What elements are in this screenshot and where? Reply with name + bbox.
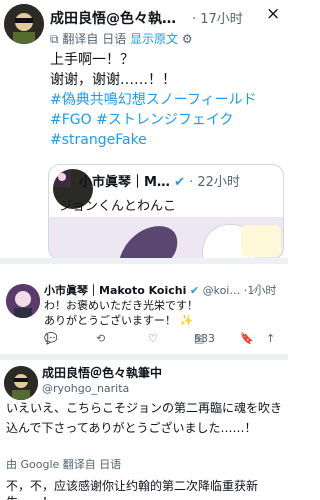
verified-badge-icon: ✔ — [174, 175, 185, 190]
reply-count: 1 — [44, 332, 51, 345]
retweet-icon: ⟲ — [96, 332, 106, 345]
reply-tweet: 小市眞琴｜Makoto Koichi ✔ @koi… ·1小时 ⟋ わ！お褒めい… — [0, 268, 288, 354]
author-avatar[interactable] — [4, 4, 44, 44]
reply-avatar[interactable] — [6, 284, 40, 318]
hashtag[interactable]: #偽典共鳴幻想スノーフィールド — [50, 90, 286, 110]
bookmark-icon: 🔖 — [240, 332, 254, 345]
quoted-text: ジョンくんとわんこ — [59, 199, 177, 214]
reply-line: わ！お褒めいただき光栄です！ — [44, 299, 198, 312]
reply-line-text: ありがとうございますー！ — [44, 314, 176, 327]
heart-icon: ♡ — [148, 332, 158, 345]
show-original-link[interactable]: 显示原文 — [130, 32, 178, 46]
translate-icon: ⧉ — [50, 32, 59, 46]
separator — [0, 258, 288, 264]
tweet-line: 谢谢，谢谢……！！ — [50, 72, 176, 88]
reply-author-name[interactable]: 小市眞琴｜Makoto Koichi — [44, 284, 186, 297]
tweet-actions: 💬 1 ⟲ ♡ ▤ 533 🔖 ↑ — [44, 332, 280, 348]
verified-badge-icon: ✔ — [189, 284, 200, 297]
sparkles-icon: ✨ — [179, 314, 194, 327]
share-icon: ↑ — [266, 332, 276, 345]
hashtag[interactable]: #FGO #ストレンジフェイク — [50, 110, 286, 130]
third-text: いえいえ、こちらこそジョンの第二再臨に魂を吹き込んで下さってありがとうございまし… — [6, 401, 283, 435]
third-handle[interactable]: @ryohgo_narita — [42, 382, 129, 395]
tweet-line: 上手啊一！？ — [50, 52, 134, 68]
close-icon[interactable]: × — [266, 4, 280, 24]
third-tweet: 成田良悟＠色々執筆中 @ryohgo_narita いえいえ、こちらこそジョンの… — [0, 360, 288, 500]
reply-text: わ！お褒めいただき光栄です！ ありがとうございますー！ ✨ — [44, 298, 274, 328]
quoted-tweet[interactable]: 小市眞琴｜M… ✔ · 22小时 ジョンくんとわんこ — [48, 164, 284, 260]
tweet-text: 上手啊一！？ 谢谢，谢谢……！！ #偽典共鳴幻想スノーフィールド #FGO #ス… — [50, 50, 286, 150]
third-avatar[interactable] — [4, 366, 38, 400]
grok-icon[interactable]: ⟋ — [252, 282, 260, 296]
reply-author[interactable]: 小市眞琴｜Makoto Koichi ✔ @koi… ·1小时 — [44, 282, 276, 298]
translated-from: 翻译自 日语 — [62, 32, 127, 46]
reply-handle[interactable]: @koi… ·1小时 — [203, 284, 277, 297]
hashtag[interactable]: #strangeFake — [50, 130, 286, 150]
reply-line: ありがとうございますー！ ✨ — [44, 313, 274, 328]
main-tweet: 成田良悟@色々執… · 17小时 × ⧉ 翻译自 日语 显示原文 ⚙ 上手啊一！… — [0, 0, 288, 260]
third-author-name[interactable]: 成田良悟＠色々執筆中 — [42, 364, 162, 381]
author-name[interactable]: 成田良悟@色々執… — [50, 8, 200, 28]
quoted-author-name[interactable]: 小市眞琴｜M… — [79, 175, 170, 190]
quoted-image[interactable] — [49, 217, 283, 259]
quoted-timestamp[interactable]: · 22小时 — [189, 175, 240, 190]
timestamp[interactable]: · 17小时 — [192, 8, 243, 27]
google-translate-label: 由 Google 翻译自 日语 — [6, 458, 122, 471]
gear-icon[interactable]: ⚙ — [182, 32, 193, 46]
quoted-author[interactable]: 小市眞琴｜M… ✔ · 22小时 — [79, 171, 240, 190]
views-count: 533 — [194, 332, 215, 345]
third-translation: 不，不，应该感谢你让约翰的第二次降临重获新生……！ — [6, 479, 259, 500]
translation-bar: ⧉ 翻译自 日语 显示原文 ⚙ — [50, 30, 193, 47]
